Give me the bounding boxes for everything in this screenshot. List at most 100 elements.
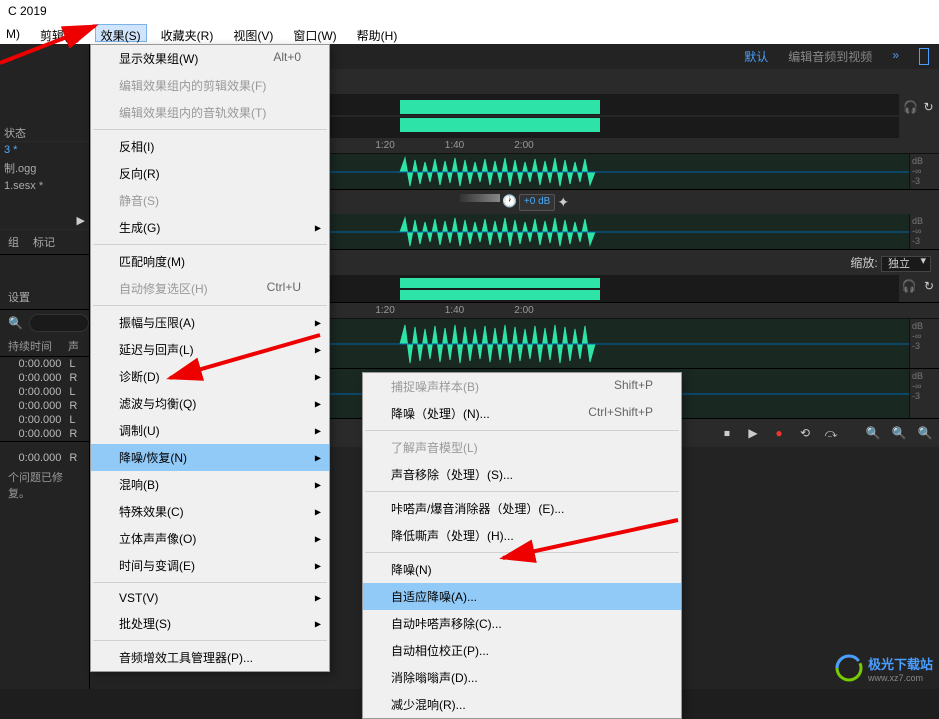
effects-menu-item[interactable]: 诊断(D) — [91, 363, 329, 390]
effects-menu-item: 编辑效果组内的剪辑效果(F) — [91, 72, 329, 99]
tab-edit-audio-video[interactable]: 编辑音频到视频 — [788, 48, 872, 65]
transport-loop[interactable]: ⟲ — [795, 423, 815, 443]
file-item-2[interactable]: 制.ogg — [0, 158, 89, 178]
file-item-1[interactable]: 3 * — [0, 142, 89, 158]
tab-menu-icon[interactable]: » — [892, 48, 899, 65]
tab-markers[interactable]: 标记 — [33, 234, 55, 250]
search-icon[interactable]: 🔍 — [8, 316, 23, 330]
headphones-icon-2[interactable]: 🎧 — [901, 277, 917, 295]
effects-menu-item: 编辑效果组内的音轨效果(T) — [91, 99, 329, 126]
effects-menu-item[interactable]: 显示效果组(W)Alt+0 — [91, 45, 329, 72]
history-row[interactable]: 0:00.000R — [0, 427, 89, 441]
noise-menu-item[interactable]: 自适应降噪(A)... — [363, 583, 681, 610]
noise-menu-item: 捕捉噪声样本(B)Shift+P — [363, 373, 681, 400]
effects-menu-item[interactable]: 振幅与压限(A) — [91, 309, 329, 336]
history-row[interactable]: 0:00.000R — [0, 399, 89, 413]
menu-m[interactable]: M) — [0, 24, 26, 42]
play-icon[interactable]: ▶ — [77, 214, 85, 227]
effects-menu-item[interactable]: 匹配响度(M) — [91, 248, 329, 275]
status-message: 个问题已修复。 — [0, 465, 89, 505]
effects-menu: 显示效果组(W)Alt+0编辑效果组内的剪辑效果(F)编辑效果组内的音轨效果(T… — [90, 44, 330, 672]
headphones-icon[interactable]: 🎧 — [903, 98, 918, 116]
menu-clip[interactable]: 剪辑(C) — [34, 24, 87, 42]
db-badge[interactable]: +0 dB — [519, 194, 555, 211]
history-row[interactable]: 0:00.000L — [0, 357, 89, 371]
files-list: 3 * 制.ogg 1.sesx * — [0, 142, 89, 194]
noise-menu-item[interactable]: 声音移除（处理）(S)... — [363, 461, 681, 488]
effects-menu-item[interactable]: 调制(U) — [91, 417, 329, 444]
zoom-dropdown[interactable]: 独立 — [881, 256, 931, 272]
status-header: 状态 — [0, 124, 89, 142]
clock-icon[interactable]: 🕐 — [502, 194, 517, 211]
header-duration[interactable]: 持续时间 — [8, 338, 68, 354]
preview-chan-L: dB-∞-3 — [909, 319, 939, 368]
effects-menu-item[interactable]: 时间与变调(E) — [91, 552, 329, 579]
history-rows: 0:00.000L0:00.000R0:00.000L0:00.000R0:00… — [0, 357, 89, 441]
menu-help[interactable]: 帮助(H) — [351, 24, 404, 42]
transport-skip[interactable]: ⤼ — [821, 423, 841, 443]
effects-menu-item[interactable]: 批处理(S) — [91, 610, 329, 637]
effects-menu-item[interactable]: 延迟与回声(L) — [91, 336, 329, 363]
watermark-text: 极光下载站 — [868, 654, 933, 673]
history-headers: 持续时间 声 — [0, 336, 89, 357]
file-item-3[interactable]: 1.sesx * — [0, 178, 89, 194]
play-icon-row: ▶ — [0, 212, 89, 230]
loop-icon[interactable]: ↻ — [922, 98, 935, 116]
loop-icon-2[interactable]: ↻ — [921, 277, 937, 295]
left-panel: 状态 3 * 制.ogg 1.sesx * ▶ 组 标记 设置 🔍 持续时间 声… — [0, 44, 90, 689]
noise-menu-item[interactable]: 自动咔嗒声移除(C)... — [363, 610, 681, 637]
noise-menu-item[interactable]: 消除嗡嗡声(D)... — [363, 664, 681, 691]
transport-play[interactable]: ▶ — [743, 423, 763, 443]
noise-menu-item[interactable]: 咔嗒声/爆音消除器（处理）(E)... — [363, 495, 681, 522]
noise-menu-item[interactable]: 自动相位校正(P)... — [363, 637, 681, 664]
noise-menu-item[interactable]: 降低嘶声（处理）(H)... — [363, 522, 681, 549]
left-sub-tabs: 组 标记 — [0, 230, 89, 255]
tab-default[interactable]: 默认 — [744, 48, 768, 65]
title-bar: C 2019 — [0, 0, 939, 22]
noise-menu-item[interactable]: 减少混响(R)... — [363, 691, 681, 718]
history-row[interactable]: 0:00.000R — [0, 371, 89, 385]
menu-view[interactable]: 视图(V) — [227, 24, 279, 42]
tab-group[interactable]: 组 — [8, 234, 19, 250]
vol-slider[interactable] — [460, 194, 500, 202]
effects-menu-item[interactable]: 滤波与均衡(Q) — [91, 390, 329, 417]
header-channel[interactable]: 声 — [68, 338, 79, 354]
zoom-out-icon[interactable]: 🔍 — [889, 423, 909, 443]
effects-menu-item[interactable]: 特殊效果(C) — [91, 498, 329, 525]
transport-stop[interactable]: ⏹ — [717, 423, 737, 443]
panel-icon[interactable] — [919, 48, 929, 65]
effects-menu-item[interactable]: 反相(I) — [91, 133, 329, 160]
effects-menu-item[interactable]: 降噪/恢复(N) — [91, 444, 329, 471]
noise-menu-item[interactable]: 降噪（处理）(N)...Ctrl+Shift+P — [363, 400, 681, 427]
menubar: M) 剪辑(C) 效果(S) 收藏夹(R) 视图(V) 窗口(W) 帮助(H) — [0, 22, 939, 44]
effects-menu-item[interactable]: 混响(B) — [91, 471, 329, 498]
effects-menu-item[interactable]: 生成(G) — [91, 214, 329, 241]
watermark: 极光下载站 www.xz7.com — [834, 653, 933, 683]
watermark-logo-icon — [834, 653, 864, 683]
zoom-in-icon[interactable]: 🔍 — [863, 423, 883, 443]
channel-info-L: dB -∞ -3 — [909, 154, 939, 189]
effects-menu-item[interactable]: VST(V) — [91, 586, 329, 610]
transport-record[interactable]: ● — [769, 423, 789, 443]
menu-favorites[interactable]: 收藏夹(R) — [155, 24, 220, 42]
star-icon[interactable]: ✦ — [557, 194, 569, 211]
app-title: C 2019 — [8, 4, 47, 18]
effects-menu-item[interactable]: 反向(R) — [91, 160, 329, 187]
zoom-label: 缩放: — [850, 256, 877, 270]
effects-menu-item[interactable]: 音频增效工具管理器(P)... — [91, 644, 329, 671]
history-row-last[interactable]: 0:00.000 R — [0, 451, 89, 465]
settings-label[interactable]: 设置 — [0, 285, 89, 310]
history-row[interactable]: 0:00.000L — [0, 413, 89, 427]
preview-chan-R: dB-∞-3 — [909, 369, 939, 418]
noise-menu-item[interactable]: 降噪(N) — [363, 556, 681, 583]
effects-menu-item: 自动修复选区(H)Ctrl+U — [91, 275, 329, 302]
zoom-fit-icon[interactable]: 🔍 — [915, 423, 935, 443]
history-row[interactable]: 0:00.000L — [0, 385, 89, 399]
menu-window[interactable]: 窗口(W) — [287, 24, 342, 42]
effects-menu-item[interactable]: 立体声声像(O) — [91, 525, 329, 552]
channel-info-R: dB -∞ -3 — [909, 214, 939, 249]
menu-effects[interactable]: 效果(S) — [95, 24, 147, 42]
search-input[interactable] — [29, 314, 89, 332]
search-row: 🔍 — [0, 310, 89, 336]
effects-menu-item: 静音(S) — [91, 187, 329, 214]
